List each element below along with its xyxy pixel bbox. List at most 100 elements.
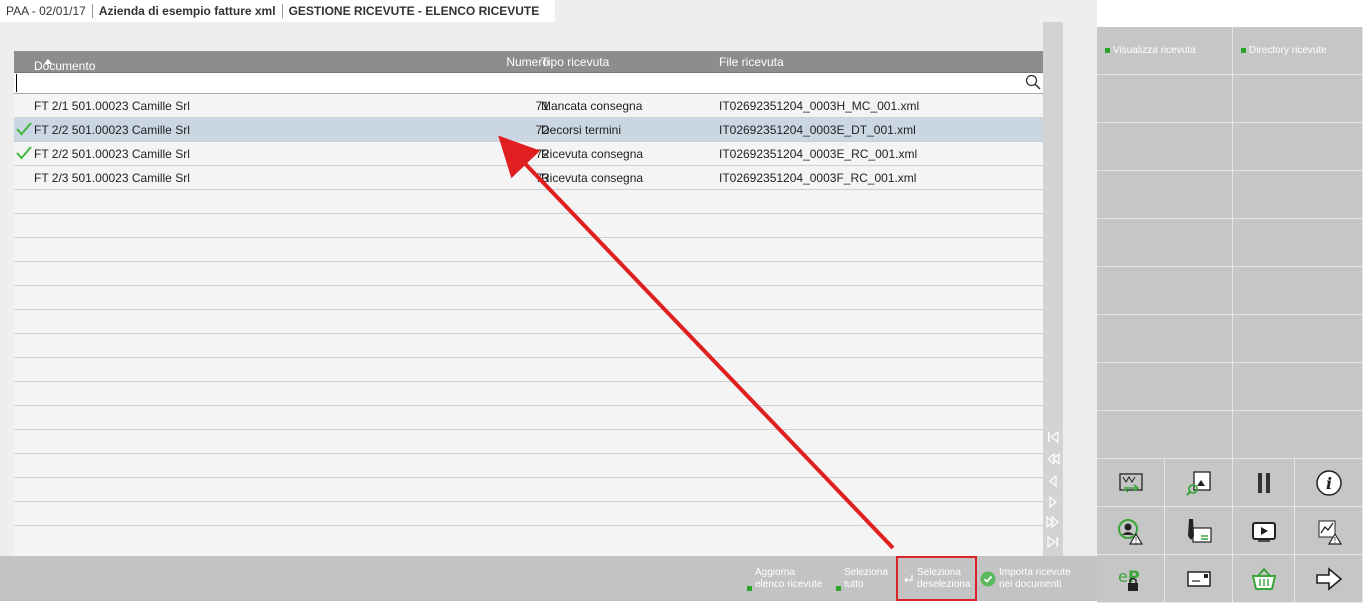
empty-function-slot — [1097, 315, 1233, 363]
title-bar: PAA - 02/01/17 Azienda di esempio fattur… — [0, 0, 1097, 22]
cell-tipo: Mancata consegna — [541, 99, 643, 113]
green-marker-icon — [836, 586, 841, 591]
importa-ricevute-button[interactable]: Importa ricevute nei documenti — [980, 556, 1080, 601]
table-row[interactable] — [14, 190, 1043, 214]
table-row[interactable] — [14, 286, 1043, 310]
envelope-icon — [1186, 570, 1211, 587]
table-row[interactable] — [14, 214, 1043, 238]
user-warning-icon: ! — [1117, 518, 1143, 545]
import-export-icon — [1118, 472, 1143, 493]
info-button[interactable]: i — [1295, 459, 1363, 507]
table-row[interactable] — [14, 262, 1043, 286]
search-document-button[interactable] — [1165, 459, 1233, 507]
next-icon[interactable] — [1046, 495, 1060, 509]
empty-function-slot — [1233, 123, 1363, 171]
empty-function-slot — [1233, 411, 1363, 459]
table-row[interactable]: FT 2/3 501.00023 Camille Srl 73 Ricevuta c… — [14, 166, 1043, 190]
table-row[interactable]: FT 2/2 501.00023 Camille Srl 72 Ricevuta c… — [14, 142, 1043, 166]
play-screen-icon — [1251, 521, 1276, 542]
aggiorna-elenco-button[interactable]: Aggiorna elenco ricevute — [747, 556, 832, 601]
first-page-icon[interactable] — [1046, 430, 1060, 444]
cell-file: IT02692351204_0003H_MC_001.xml — [719, 99, 920, 113]
table-row[interactable] — [14, 502, 1043, 526]
cell-documento: FT 2/3 501.00023 Camille Srl — [34, 171, 190, 185]
table-body: FT 2/1 501.00023 Camille Srl 71 Mancata co… — [14, 94, 1043, 526]
visualizza-ricevuta-button[interactable]: Visualizza ricevuta — [1097, 27, 1233, 75]
green-marker-icon — [1241, 48, 1246, 53]
table-row[interactable] — [14, 478, 1043, 502]
exit-arrow-button[interactable] — [1295, 555, 1363, 603]
function-grid: Visualizza ricevuta Directory ricevute i… — [1097, 27, 1363, 603]
search-input[interactable] — [16, 74, 1017, 92]
empty-function-slot — [1233, 267, 1363, 315]
basket-button[interactable] — [1233, 555, 1295, 603]
table-row[interactable] — [14, 382, 1043, 406]
cell-documento: FT 2/1 501.00023 Camille Srl — [34, 99, 190, 113]
exit-arrow-icon — [1315, 566, 1342, 591]
cell-tipo: Ricevuta consegna — [541, 171, 644, 185]
green-marker-icon — [1105, 48, 1110, 53]
search-row — [14, 72, 1043, 94]
pause-button[interactable] — [1233, 459, 1295, 507]
right-panel: Visualizza ricevuta Directory ricevute i… — [1097, 0, 1363, 603]
pause-icon — [1257, 472, 1270, 493]
page-down-icon[interactable] — [1046, 515, 1060, 529]
user-warning-button[interactable]: ! — [1097, 507, 1165, 555]
table-row[interactable]: FT 2/1 501.00023 Camille Srl 71 Mancata co… — [14, 94, 1043, 118]
title-fill — [555, 0, 1097, 22]
scroll-nav-column — [1043, 22, 1063, 556]
empty-function-slot — [1097, 411, 1233, 459]
table-row[interactable] — [14, 406, 1043, 430]
play-screen-button[interactable] — [1233, 507, 1295, 555]
envelope-button[interactable] — [1165, 555, 1233, 603]
empty-function-slot — [1233, 219, 1363, 267]
screen-title: GESTIONE RICEVUTE - ELENCO RICEVUTE — [288, 4, 540, 18]
empty-function-slot — [1097, 363, 1233, 411]
sign-document-icon — [1187, 518, 1212, 543]
svg-text:e: e — [1118, 567, 1128, 586]
cell-documento: FT 2/2 501.00023 Camille Srl — [34, 147, 190, 161]
import-export-button[interactable] — [1097, 459, 1165, 507]
empty-function-slot — [1097, 171, 1233, 219]
sort-asc-icon — [44, 59, 52, 64]
chart-warning-button[interactable]: ! — [1295, 507, 1363, 555]
table-header: Documento Numero Tipo ricevuta File rice… — [14, 51, 1043, 73]
cell-file: IT02692351204_0003E_RC_001.xml — [719, 147, 918, 161]
table-row[interactable] — [14, 358, 1043, 382]
last-page-icon[interactable] — [1046, 535, 1060, 549]
search-icon[interactable] — [1025, 74, 1041, 90]
enter-icon — [904, 574, 913, 582]
company-title: Azienda di esempio fatture xml — [98, 4, 276, 18]
table-row[interactable] — [14, 238, 1043, 262]
action-bar: Aggiorna elenco ricevute Seleziona tutto S… — [0, 556, 1097, 601]
page-up-icon[interactable] — [1046, 452, 1060, 466]
cell-file: IT02692351204_0003F_RC_001.xml — [719, 171, 917, 185]
checkmark-icon — [16, 122, 32, 136]
info-icon: i — [1315, 469, 1342, 496]
cell-documento: FT 2/2 501.00023 Camille Srl — [34, 123, 190, 137]
empty-function-slot — [1097, 123, 1233, 171]
table-row[interactable] — [14, 454, 1043, 478]
seleziona-deseleziona-button[interactable]: Seleziona deseleziona — [896, 556, 977, 601]
table-row[interactable] — [14, 310, 1043, 334]
directory-ricevute-button[interactable]: Directory ricevute — [1233, 27, 1363, 75]
table-row[interactable]: FT 2/2 501.00023 Camille Srl 72 Decorsi te… — [14, 118, 1043, 142]
table-row[interactable] — [14, 334, 1043, 358]
seleziona-tutto-button[interactable]: Seleziona tutto — [836, 556, 896, 601]
table-row[interactable] — [14, 430, 1043, 454]
empty-function-slot — [1233, 171, 1363, 219]
sign-document-button[interactable] — [1165, 507, 1233, 555]
column-header-tipo[interactable]: Tipo ricevuta — [541, 55, 609, 69]
column-header-file[interactable]: File ricevuta — [719, 55, 784, 69]
ep-lock-button[interactable]: eP — [1097, 555, 1165, 603]
svg-text:!: ! — [1134, 536, 1137, 545]
check-circle-icon — [980, 571, 996, 586]
cell-file: IT02692351204_0003E_DT_001.xml — [719, 123, 916, 137]
app-title: PAA - 02/01/17 — [6, 4, 86, 18]
chart-warning-icon: ! — [1318, 520, 1342, 545]
search-document-icon — [1185, 470, 1211, 496]
previous-icon[interactable] — [1046, 474, 1060, 488]
cell-tipo: Decorsi termini — [541, 123, 622, 137]
empty-function-slot — [1233, 315, 1363, 363]
empty-function-slot — [1097, 75, 1233, 123]
